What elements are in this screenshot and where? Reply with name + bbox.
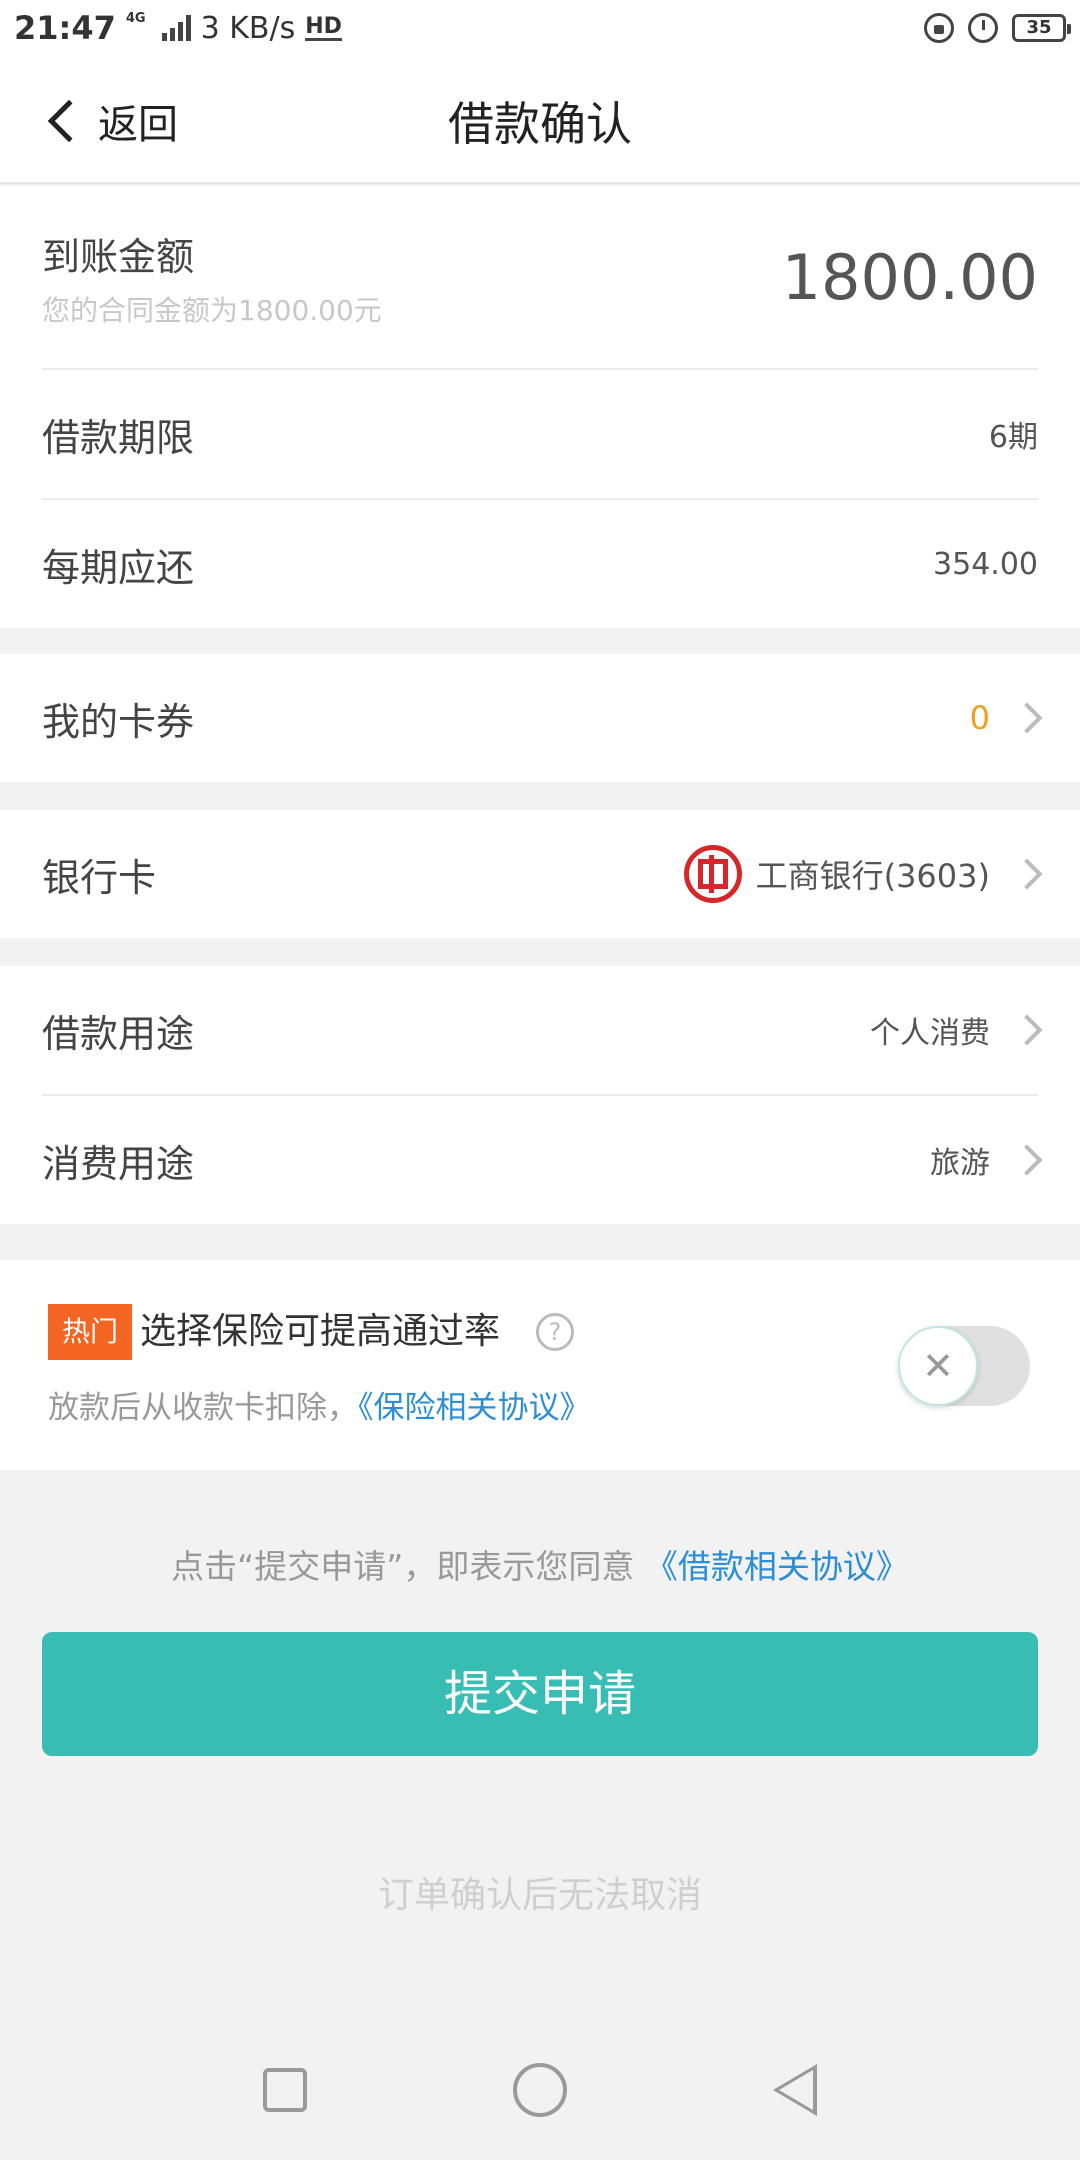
contract-amount-note: 您的合同金额为1800.00元 — [42, 293, 382, 327]
network-speed: 3 KB/s — [200, 10, 296, 46]
term-value: 6期 — [988, 420, 1038, 455]
bank-name: 工商银行(3603) — [755, 857, 990, 895]
chevron-right-icon — [1011, 1144, 1043, 1176]
page-title: 借款确认 — [448, 97, 632, 151]
coupons-card: 我的卡券 0 — [0, 654, 1080, 782]
loan-purpose-value: 个人消费 — [870, 1016, 990, 1051]
status-left: 21:47 4G 3 KB/s HD — [14, 9, 342, 47]
term-row: 借款期限 6期 — [0, 370, 1080, 498]
amount-row: 到账金额 您的合同金额为1800.00元 1800.00 — [0, 186, 1080, 368]
lock-icon — [924, 13, 954, 43]
loan-summary-card: 到账金额 您的合同金额为1800.00元 1800.00 借款期限 6期 每期应… — [0, 186, 1080, 628]
coupons-count: 0 — [969, 699, 990, 737]
amount-texts: 到账金额 您的合同金额为1800.00元 — [42, 226, 382, 329]
loan-purpose-row[interactable]: 借款用途 个人消费 — [0, 966, 1080, 1094]
insurance-toggle[interactable]: ✕ — [898, 1326, 1030, 1406]
chevron-right-icon — [1011, 702, 1043, 734]
consumption-purpose-label: 消费用途 — [42, 1141, 195, 1186]
hot-badge: 热门 — [48, 1304, 132, 1360]
network-type: 4G — [125, 10, 146, 26]
coupons-label: 我的卡券 — [42, 699, 195, 744]
hd-icon: HD — [305, 13, 342, 41]
insurance-card: 热门 选择保险可提高通过率 ? 放款后从收款卡扣除，《保险相关协议》 ✕ — [0, 1260, 1080, 1470]
battery-icon: 35 — [1012, 14, 1071, 42]
close-icon: ✕ — [898, 1326, 978, 1406]
consumption-purpose-row[interactable]: 消费用途 旅游 — [0, 1096, 1080, 1224]
insurance-sub-text: 放款后从收款卡扣除， — [48, 1390, 358, 1426]
bank-card-value: 工商银行(3603) — [683, 845, 990, 903]
consumption-purpose-value: 旅游 — [930, 1146, 990, 1181]
chevron-right-icon — [1011, 1014, 1043, 1046]
agreement-prefix: 点击“提交申请”，即表示您同意 — [171, 1547, 645, 1586]
alarm-icon — [968, 13, 998, 43]
insurance-subtitle: 放款后从收款卡扣除，《保险相关协议》 — [48, 1382, 591, 1427]
coupons-row[interactable]: 我的卡券 0 — [0, 654, 1080, 782]
loan-agreement-link[interactable]: 《借款相关协议》 — [645, 1547, 909, 1586]
status-bar: 21:47 4G 3 KB/s HD 35 — [0, 0, 1080, 56]
installment-value: 354.00 — [933, 546, 1038, 582]
signal-icon — [161, 15, 191, 41]
bank-card-card: 银行卡 工商银行(3603) — [0, 810, 1080, 938]
installment-label: 每期应还 — [42, 545, 195, 590]
amount-value: 1800.00 — [781, 240, 1038, 314]
amount-label: 到账金额 — [42, 234, 195, 279]
bank-card-row[interactable]: 银行卡 工商银行(3603) — [0, 810, 1080, 938]
installment-row: 每期应还 354.00 — [0, 500, 1080, 628]
header: 返回 借款确认 — [0, 56, 1080, 184]
cancel-note: 订单确认后无法取消 — [377, 1875, 702, 1916]
navigation-bar — [0, 2020, 1080, 2160]
recent-apps-icon[interactable] — [263, 2068, 307, 2112]
insurance-title: 选择保险可提高通过率 — [140, 1311, 501, 1352]
submit-button[interactable]: 提交申请 — [42, 1632, 1038, 1756]
bank-card-label: 银行卡 — [42, 855, 157, 900]
help-icon[interactable]: ? — [536, 1313, 574, 1351]
agreement-text: 点击“提交申请”，即表示您同意 《借款相关协议》 — [0, 1540, 1080, 1588]
insurance-agreement-link[interactable]: 《保险相关协议》 — [358, 1390, 591, 1426]
icbc-logo-icon — [683, 845, 742, 903]
home-icon[interactable] — [513, 2063, 567, 2117]
back-triangle-icon[interactable] — [773, 2064, 817, 2116]
chevron-right-icon — [1011, 858, 1043, 890]
term-label: 借款期限 — [42, 415, 195, 460]
status-right: 35 — [924, 13, 1071, 43]
status-time: 21:47 — [14, 9, 116, 47]
purpose-card: 借款用途 个人消费 消费用途 旅游 — [0, 966, 1080, 1224]
loan-purpose-label: 借款用途 — [42, 1011, 195, 1056]
